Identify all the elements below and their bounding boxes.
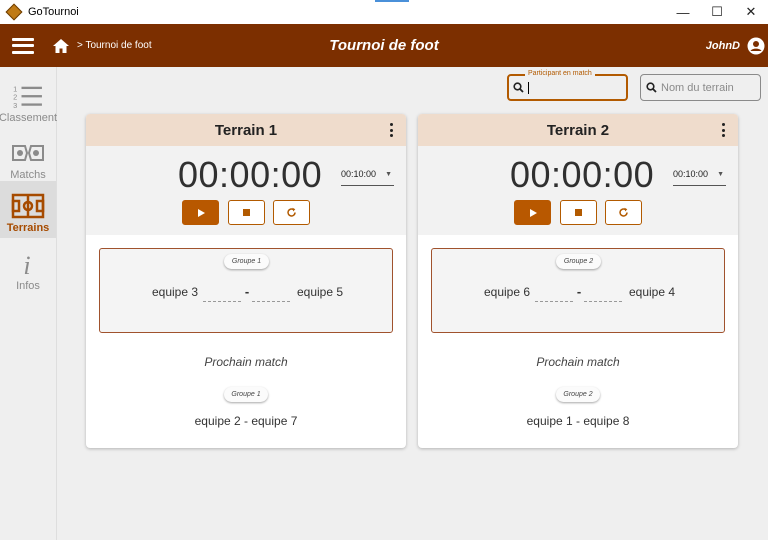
refresh-icon [287, 207, 296, 217]
team-a-name: equipe 6 [483, 285, 531, 299]
close-button[interactable]: ✕ [734, 0, 768, 24]
next-match-teams: equipe 1 - equipe 8 [526, 414, 630, 428]
reset-button[interactable] [273, 200, 310, 225]
score-separator: - [244, 284, 250, 299]
terrain-search-field[interactable]: Nom du terrain [640, 74, 761, 101]
sidebar-item-infos[interactable]: i Infos [0, 239, 56, 296]
terrain-search-placeholder: Nom du terrain [661, 82, 734, 94]
court-card-header: Terrain 2 [418, 114, 738, 146]
play-button[interactable] [182, 200, 219, 225]
window-titlebar: GoTournoi — ☐ ✕ [0, 0, 768, 24]
group-chip: Groupe 1 [224, 254, 269, 269]
sidebar-item-classement[interactable]: 1 2 3 Classement [0, 71, 58, 128]
duration-value: 00:10:00 [341, 169, 377, 179]
next-group-chip: Groupe 2 [556, 387, 600, 402]
search-icon [646, 82, 657, 93]
timer-panel: 00:00:00 00:10:00 ▼ [86, 146, 406, 235]
team-b-name: equipe 5 [296, 285, 344, 299]
titlebar-accent [375, 0, 409, 2]
next-match-label: Prochain match [204, 355, 288, 369]
sidebar-item-label: Terrains [6, 222, 50, 234]
participant-search-field[interactable]: Participant en match [507, 70, 628, 101]
svg-text:3: 3 [13, 101, 17, 109]
sidebar-item-label: Infos [16, 280, 40, 292]
window-controls: — ☐ ✕ [666, 0, 768, 24]
court-title: Terrain 1 [214, 121, 278, 139]
next-match-label: Prochain match [536, 355, 620, 369]
timer-panel: 00:00:00 00:10:00 ▼ [418, 146, 738, 235]
court-card-2: Terrain 2 00:00:00 00:10:00 ▼ Groupe 2 e… [418, 114, 738, 448]
play-button[interactable] [514, 200, 551, 225]
next-match-teams: equipe 2 - equipe 7 [194, 414, 298, 428]
team-b-score-input[interactable] [252, 301, 290, 302]
field-icon [11, 193, 45, 219]
court-card-1: Terrain 1 00:00:00 00:10:00 ▼ Groupe 1 e… [86, 114, 406, 448]
team-a-score-input[interactable] [535, 301, 573, 302]
team-a-name: equipe 3 [151, 285, 199, 299]
hamburger-menu-icon[interactable] [12, 37, 34, 54]
court-card-header: Terrain 1 [86, 114, 406, 146]
account-icon[interactable] [747, 37, 765, 55]
play-icon [529, 208, 537, 217]
duration-value: 00:10:00 [673, 169, 709, 179]
team-b-score-input[interactable] [584, 301, 622, 302]
play-icon [197, 208, 205, 217]
minimize-button[interactable]: — [666, 0, 700, 24]
match-timer: 00:00:00 [178, 154, 323, 195]
breadcrumb[interactable]: > Tournoi de foot [77, 40, 152, 51]
ranking-list-icon: 1 2 3 [13, 84, 42, 109]
sidebar-nav: 1 2 3 Classement Matchs Terrains i Infos [0, 67, 57, 540]
sidebar-item-label: Matchs [10, 169, 46, 181]
stop-icon [243, 209, 250, 216]
dropdown-arrow-icon: ▼ [385, 171, 392, 178]
sidebar-item-label: Classement [0, 112, 58, 124]
sidebar-item-terrains[interactable]: Terrains [0, 181, 56, 238]
more-options-icon[interactable] [722, 123, 726, 137]
reset-button[interactable] [605, 200, 642, 225]
maximize-button[interactable]: ☐ [700, 0, 734, 24]
team-b-name: equipe 4 [628, 285, 676, 299]
stop-button[interactable] [560, 200, 597, 225]
svg-text:i: i [23, 251, 30, 277]
team-a-score-input[interactable] [203, 301, 241, 302]
refresh-icon [619, 207, 628, 217]
match-timer: 00:00:00 [510, 154, 655, 195]
window-title: GoTournoi [28, 6, 79, 18]
app-logo-icon [5, 3, 23, 21]
court-title: Terrain 2 [546, 121, 610, 139]
participant-field-label: Participant en match [525, 70, 595, 77]
app-header: > Tournoi de foot Tournoi de foot JohnD [0, 24, 768, 67]
duration-select[interactable]: 00:10:00 ▼ [673, 169, 726, 186]
info-icon: i [23, 251, 30, 277]
duration-select[interactable]: 00:10:00 ▼ [341, 169, 394, 186]
score-separator: - [576, 284, 582, 299]
text-cursor [528, 82, 529, 94]
stop-icon [575, 209, 582, 216]
sidebar-item-matchs[interactable]: Matchs [0, 128, 56, 185]
current-match-box: Groupe 1 equipe 3 - equipe 5 [99, 248, 393, 333]
current-match-box: Groupe 2 equipe 6 - equipe 4 [431, 248, 725, 333]
matches-icon [12, 145, 44, 161]
next-group-chip: Groupe 1 [224, 387, 268, 402]
username[interactable]: JohnD [706, 40, 740, 52]
more-options-icon[interactable] [390, 123, 394, 137]
dropdown-arrow-icon: ▼ [717, 171, 724, 178]
search-icon [513, 82, 524, 93]
stop-button[interactable] [228, 200, 265, 225]
group-chip: Groupe 2 [556, 254, 601, 269]
home-icon[interactable] [52, 38, 70, 54]
